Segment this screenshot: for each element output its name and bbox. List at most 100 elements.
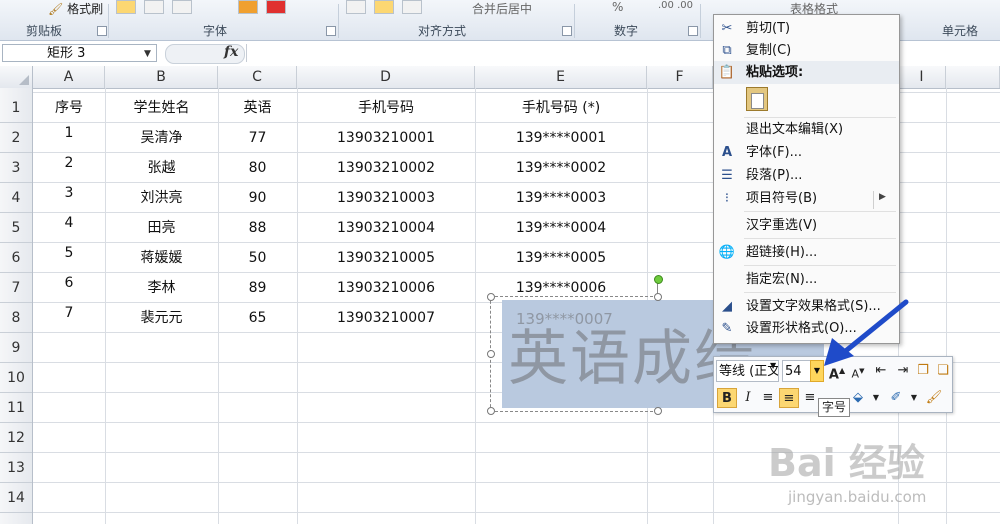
table-cell[interactable]: 3 bbox=[33, 178, 105, 208]
insert-function-button[interactable]: fx bbox=[224, 44, 238, 60]
merge-center-button[interactable]: 合并后居中 bbox=[472, 0, 532, 16]
table-cell[interactable]: 50 bbox=[218, 243, 297, 273]
table-cell[interactable]: 4 bbox=[33, 208, 105, 238]
column-header-c[interactable]: C bbox=[218, 66, 297, 88]
resize-handle[interactable] bbox=[487, 350, 495, 358]
table-cell[interactable]: 13903210005 bbox=[297, 243, 475, 273]
row-header[interactable]: 6 bbox=[0, 243, 32, 273]
cell-header[interactable]: 学生姓名 bbox=[105, 93, 218, 123]
row-header[interactable]: 11 bbox=[0, 393, 32, 423]
format-painter-button[interactable]: 🖌 格式刷 bbox=[48, 0, 103, 16]
row-header[interactable]: 13 bbox=[0, 453, 32, 483]
align-center-icon[interactable]: ≡ bbox=[779, 388, 799, 408]
row-header[interactable]: 1 bbox=[0, 93, 32, 123]
table-cell[interactable]: 139****0004 bbox=[475, 213, 647, 243]
row-header[interactable]: 9 bbox=[0, 333, 32, 363]
format-painter-icon[interactable]: 🖌 bbox=[924, 388, 944, 408]
table-cell[interactable]: 13903210001 bbox=[297, 123, 475, 153]
table-cell[interactable]: 6 bbox=[33, 268, 105, 298]
send-backward-icon[interactable]: ❏ bbox=[933, 361, 953, 381]
align-right-icon[interactable]: ≡ bbox=[800, 388, 820, 408]
chevron-down-icon[interactable]: ▼ bbox=[770, 361, 776, 370]
table-cell[interactable]: 张越 bbox=[105, 153, 218, 183]
menu-item-hyperlink[interactable]: 🌐 超链接(H)... bbox=[714, 241, 899, 264]
menu-item-exit-text-edit[interactable]: 退出文本编辑(X) bbox=[714, 118, 899, 141]
align-left-button[interactable] bbox=[346, 0, 366, 14]
row-header[interactable]: 14 bbox=[0, 483, 32, 513]
fill-bucket-icon[interactable]: ⬙ bbox=[848, 388, 868, 408]
resize-handle[interactable] bbox=[654, 293, 662, 301]
table-cell[interactable]: 139****0005 bbox=[475, 243, 647, 273]
table-cell[interactable]: 13903210004 bbox=[297, 213, 475, 243]
cell-header[interactable]: 英语 bbox=[218, 93, 297, 123]
bold-small-button[interactable] bbox=[116, 0, 136, 14]
table-cell[interactable]: 吴清净 bbox=[105, 123, 218, 153]
table-format-button[interactable]: 表格格式 bbox=[790, 0, 838, 16]
menu-item-cut[interactable]: ✂ 剪切(T) bbox=[714, 17, 899, 40]
clipboard-launcher-icon[interactable] bbox=[97, 26, 107, 36]
bold-button[interactable]: B bbox=[717, 388, 737, 408]
row-header[interactable]: 12 bbox=[0, 423, 32, 453]
row-header[interactable]: 8 bbox=[0, 303, 32, 333]
menu-item-paragraph[interactable]: ☰ 段落(P)... bbox=[714, 164, 899, 187]
column-header-j[interactable] bbox=[946, 66, 1000, 88]
menu-item-assign-macro[interactable]: 指定宏(N)... bbox=[714, 268, 899, 291]
table-cell[interactable]: 90 bbox=[218, 183, 297, 213]
row-header[interactable]: 2 bbox=[0, 123, 32, 153]
table-cell[interactable]: 65 bbox=[218, 303, 297, 333]
table-cell[interactable]: 蒋媛媛 bbox=[105, 243, 218, 273]
row-header[interactable]: 3 bbox=[0, 153, 32, 183]
row-header[interactable]: 7 bbox=[0, 273, 32, 303]
table-cell[interactable]: 89 bbox=[218, 273, 297, 303]
menu-item-copy[interactable]: ⧉ 复制(C) bbox=[714, 39, 899, 62]
cell-header[interactable]: 手机号码 (*) bbox=[475, 93, 647, 123]
row-header[interactable]: 10 bbox=[0, 363, 32, 393]
table-cell[interactable]: 13903210007 bbox=[297, 303, 475, 333]
table-cell[interactable]: 13903210002 bbox=[297, 153, 475, 183]
font-color-button[interactable] bbox=[265, 0, 286, 14]
table-cell[interactable]: 7 bbox=[33, 298, 105, 328]
menu-item-reconvert[interactable]: 汉字重选(V) bbox=[714, 214, 899, 237]
column-header-i[interactable]: I bbox=[898, 66, 946, 88]
table-cell[interactable]: 李林 bbox=[105, 273, 218, 303]
italic-button[interactable]: I bbox=[738, 388, 758, 408]
row-header[interactable]: 4 bbox=[0, 183, 32, 213]
alignment-launcher-icon[interactable] bbox=[562, 26, 572, 36]
italic-small-button[interactable] bbox=[143, 0, 164, 14]
table-cell[interactable]: 13903210003 bbox=[297, 183, 475, 213]
table-cell[interactable]: 2 bbox=[33, 148, 105, 178]
table-cell[interactable]: 5 bbox=[33, 238, 105, 268]
table-cell[interactable]: 139****0002 bbox=[475, 153, 647, 183]
menu-item-font[interactable]: A 字体(F)... bbox=[714, 141, 899, 164]
table-cell[interactable]: 139****0003 bbox=[475, 183, 647, 213]
resize-handle[interactable] bbox=[654, 407, 662, 415]
chevron-down-icon[interactable]: ▼ bbox=[144, 49, 151, 59]
table-cell[interactable]: 139****0001 bbox=[475, 123, 647, 153]
resize-handle[interactable] bbox=[487, 293, 495, 301]
font-launcher-icon[interactable] bbox=[326, 26, 336, 36]
rotate-handle[interactable] bbox=[654, 275, 663, 284]
column-header-b[interactable]: B bbox=[105, 66, 218, 88]
table-cell[interactable]: 77 bbox=[218, 123, 297, 153]
column-header-e[interactable]: E bbox=[475, 66, 647, 88]
align-left-icon[interactable]: ≡ bbox=[758, 388, 778, 408]
paste-option-icon[interactable] bbox=[746, 87, 768, 111]
table-cell[interactable]: 13903210006 bbox=[297, 273, 475, 303]
chevron-down-icon[interactable]: ▼ bbox=[904, 388, 924, 408]
menu-item-bullets[interactable]: ⁝ 项目符号(B) bbox=[714, 187, 899, 210]
resize-handle[interactable] bbox=[487, 407, 495, 415]
name-box[interactable]: 矩形 3 bbox=[2, 44, 157, 62]
table-cell[interactable]: 88 bbox=[218, 213, 297, 243]
column-header-d[interactable]: D bbox=[297, 66, 475, 88]
column-header-a[interactable]: A bbox=[33, 66, 105, 88]
row-header[interactable]: 5 bbox=[0, 213, 32, 243]
table-cell[interactable]: 80 bbox=[218, 153, 297, 183]
bring-forward-icon[interactable]: ❐ bbox=[913, 361, 933, 381]
align-right-button[interactable] bbox=[401, 0, 422, 14]
outline-pen-icon[interactable]: ✐ bbox=[886, 388, 906, 408]
cell-header[interactable]: 手机号码 bbox=[297, 93, 475, 123]
table-cell[interactable]: 裴元元 bbox=[105, 303, 218, 333]
chevron-down-icon[interactable]: ▼ bbox=[866, 388, 886, 408]
table-cell[interactable]: 1 bbox=[33, 118, 105, 148]
fill-color-button[interactable] bbox=[238, 0, 258, 14]
